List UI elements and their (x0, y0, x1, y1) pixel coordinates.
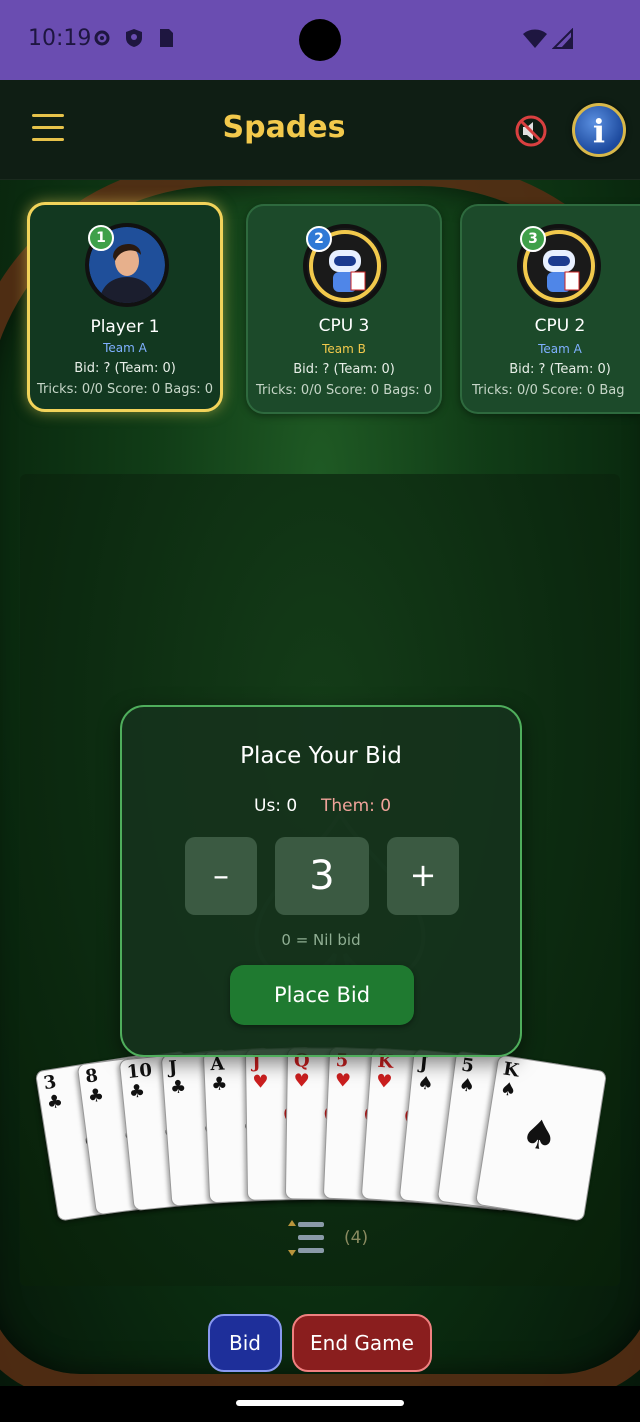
card-suit-icon: ♥ (375, 1070, 394, 1093)
bid-button[interactable]: Bid (208, 1314, 282, 1372)
card-suit-icon: ♥ (334, 1070, 352, 1092)
player-card-cpu-2[interactable]: 3 CPU 2 Team A Bid: ? (Team: 0) Tricks: … (460, 204, 640, 414)
increase-bid-button[interactable]: + (387, 837, 459, 915)
player-stats: Tricks: 0/0 Score: 0 Bags: 0 (36, 382, 214, 397)
camera-cutout (299, 19, 341, 61)
seat-badge: 3 (520, 226, 546, 252)
status-bar: 10:19 (0, 0, 640, 80)
info-button[interactable]: i (572, 103, 626, 157)
team-us-bid: Us: 0 (254, 796, 298, 816)
player-team: Team B (322, 342, 366, 356)
shield-icon (124, 28, 144, 48)
gear-icon (92, 28, 112, 48)
status-time: 10:19 (28, 26, 92, 51)
bid-dialog: Place Your Bid Us: 0 Them: 0 – 3 + 0 = N… (120, 705, 522, 1057)
player-bid: Bid: ? (Team: 0) (74, 361, 176, 376)
card-suit-icon: ♠ (416, 1072, 435, 1095)
card-suit-icon: ♠ (498, 1078, 518, 1102)
nil-bid-hint: 0 = Nil bid (281, 931, 361, 949)
player-name: CPU 2 (534, 316, 586, 336)
bid-value: 3 (275, 837, 369, 915)
sim-card-icon (156, 28, 176, 48)
player-name: Player 1 (90, 317, 160, 337)
decrease-bid-button[interactable]: – (185, 837, 257, 915)
card-suit-icon: ♥ (252, 1071, 269, 1093)
signal-icon (552, 28, 573, 49)
card-suit-icon: ♠ (457, 1074, 477, 1098)
status-icons-right (522, 28, 574, 50)
player-stats: Tricks: 0/0 Score: 0 Bag (472, 383, 625, 398)
player-card-cpu-3[interactable]: 2 CPU 3 Team B Bid: ? (Team: 0) Tricks: … (246, 204, 442, 414)
card-suit-icon: ♣ (86, 1084, 106, 1108)
bid-dialog-title: Place Your Bid (240, 743, 402, 769)
playing-card[interactable]: K ♠ ♠ (474, 1054, 608, 1222)
muted-speaker-icon[interactable] (514, 114, 548, 148)
sort-cards-icon[interactable] (284, 1218, 328, 1258)
app-title: Spades (222, 110, 346, 145)
seat-badge: 1 (88, 225, 114, 251)
player-hand: 3♣♣8♣♣10♣♣J♣♣A♣♣J♥♥Q♥♥5♥♥K♥♥J♠♠5♠♠K♠♠ (0, 1030, 640, 1230)
player-bid: Bid: ? (Team: 0) (509, 362, 611, 377)
player-team: Team A (103, 341, 147, 355)
player-card-player-1[interactable]: 1 Player 1 Team A Bid: ? (Team: 0) Trick… (27, 202, 223, 412)
card-rank: 10 (125, 1059, 153, 1083)
team-them-bid: Them: 0 (321, 796, 392, 816)
player-bid: Bid: ? (Team: 0) (293, 362, 395, 377)
player-name: CPU 3 (318, 316, 370, 336)
card-suit-icon: ♣ (210, 1073, 228, 1096)
wifi-icon (523, 29, 547, 48)
card-suit-icon: ♠ (517, 1110, 561, 1162)
sort-count: (4) (344, 1228, 369, 1248)
player-team: Team A (538, 342, 582, 356)
place-bid-button[interactable]: Place Bid (230, 965, 414, 1025)
navigation-bar (0, 1386, 640, 1422)
end-game-button[interactable]: End Game (292, 1314, 432, 1372)
home-gesture-handle[interactable] (236, 1400, 404, 1406)
card-suit-icon: ♣ (169, 1076, 187, 1099)
card-suit-icon: ♣ (45, 1090, 65, 1114)
card-suit-icon: ♣ (127, 1080, 147, 1103)
player-stats: Tricks: 0/0 Score: 0 Bags: 0 (255, 383, 433, 398)
card-suit-icon: ♥ (293, 1070, 310, 1092)
status-icons-left (92, 28, 176, 48)
seat-badge: 2 (306, 226, 332, 252)
card-rank: J (167, 1056, 178, 1079)
info-icon: i (592, 112, 606, 150)
